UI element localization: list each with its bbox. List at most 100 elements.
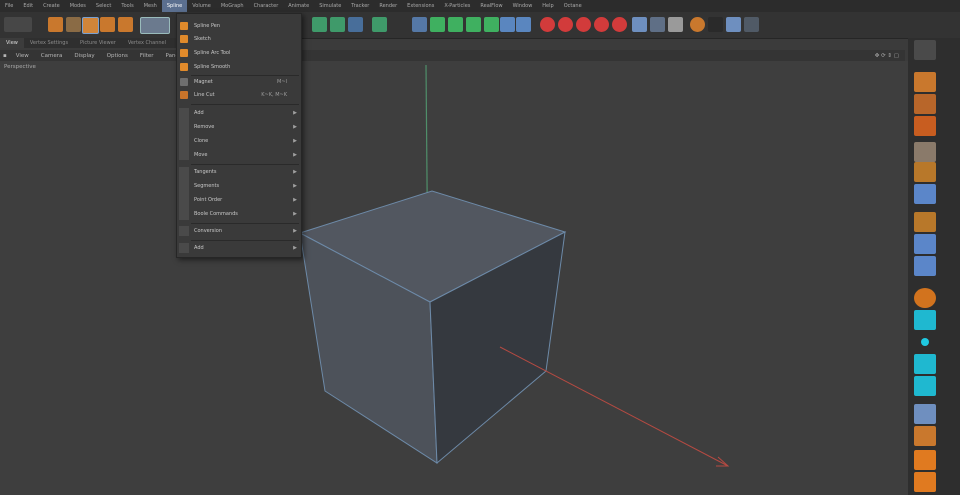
menu-item-line-cut[interactable]: Line Cut K~K, M~K: [177, 89, 301, 101]
point-icon[interactable]: [921, 338, 929, 346]
axis-lock-icon[interactable]: [140, 17, 170, 34]
camera-tool-icon[interactable]: [914, 404, 936, 424]
viewport-menu-camera[interactable]: Camera: [35, 53, 69, 59]
symmetry-icon[interactable]: [484, 17, 499, 32]
menu-modes[interactable]: Modes: [65, 0, 91, 12]
menu-character[interactable]: Character: [249, 0, 284, 12]
points-mode-icon[interactable]: [914, 72, 936, 92]
field-icon[interactable]: [516, 17, 531, 32]
fracture-icon[interactable]: [914, 376, 936, 396]
brush-icon[interactable]: [914, 472, 936, 492]
tag-red-3-icon[interactable]: [576, 17, 591, 32]
menu-item-spline-pen[interactable]: Spline Pen: [177, 20, 301, 32]
viewport-menu-filter[interactable]: Filter: [134, 53, 160, 59]
octane-settings-icon[interactable]: [726, 17, 741, 32]
menu-octane[interactable]: Octane: [559, 0, 587, 12]
snap-icon[interactable]: [914, 212, 936, 232]
uv-mode-icon[interactable]: [914, 142, 936, 162]
camera-icon[interactable]: [632, 17, 647, 32]
lock-workplane-icon[interactable]: [914, 256, 936, 276]
menu-edit[interactable]: Edit: [18, 0, 38, 12]
octane-tools-icon[interactable]: [744, 17, 759, 32]
menu-item-magnet[interactable]: Magnet M~I: [177, 76, 301, 88]
deformer-icon[interactable]: [500, 17, 515, 32]
menu-spline[interactable]: Spline: [161, 0, 188, 12]
menu-simulate[interactable]: Simulate: [314, 0, 346, 12]
menu-tools[interactable]: Tools: [116, 0, 138, 12]
render-settings-icon[interactable]: [348, 17, 363, 32]
octane-render-icon[interactable]: [708, 17, 723, 32]
rotate-tool-icon[interactable]: [82, 17, 99, 34]
submenu-add-2[interactable]: Add ▶: [177, 242, 301, 254]
viewport-nav-icons[interactable]: ✥ ⟳ ⇕ ▢: [869, 53, 905, 59]
menu-x-particles[interactable]: X-Particles: [439, 0, 475, 12]
viewport-menu-icon[interactable]: ▪: [0, 53, 10, 59]
array-icon[interactable]: [466, 17, 481, 32]
render-icon[interactable]: [312, 17, 327, 32]
layout-icon[interactable]: [914, 40, 936, 60]
menu-animate[interactable]: Animate: [283, 0, 314, 12]
tab-vertex-channel[interactable]: Vertex Channel: [122, 38, 172, 48]
tag-red-2-icon[interactable]: [558, 17, 573, 32]
coordinate-icon[interactable]: [118, 17, 133, 32]
render-view-icon[interactable]: [330, 17, 345, 32]
undo-redo-icon[interactable]: [4, 17, 32, 32]
viewport-menu-options[interactable]: Options: [101, 53, 134, 59]
menu-realflow[interactable]: RealFlow: [475, 0, 507, 12]
model-mode-icon[interactable]: [914, 184, 936, 204]
tag-red-4-icon[interactable]: [594, 17, 609, 32]
bezier-icon[interactable]: [914, 310, 936, 330]
perspective-viewport[interactable]: [0, 61, 908, 495]
menu-file[interactable]: File: [0, 0, 18, 12]
menu-tracker[interactable]: Tracker: [346, 0, 374, 12]
cube-object-icon[interactable]: [412, 17, 427, 32]
menu-select[interactable]: Select: [91, 0, 116, 12]
submenu-add[interactable]: Add ▶: [177, 107, 301, 119]
menu-item-spline-smooth[interactable]: Spline Smooth: [177, 61, 301, 73]
chevron-right-icon: ▶: [293, 245, 297, 251]
submenu-conversion[interactable]: Conversion ▶: [177, 225, 301, 237]
add-generator-icon[interactable]: [430, 17, 445, 32]
lamp-icon[interactable]: [668, 17, 683, 32]
submenu-tangents[interactable]: Tangents ▶: [177, 166, 301, 178]
menu-mograph[interactable]: MoGraph: [216, 0, 249, 12]
viewport-menu-view[interactable]: View: [10, 53, 35, 59]
live-select-icon[interactable]: [100, 17, 115, 32]
submenu-move[interactable]: Move ▶: [177, 149, 301, 161]
menu-window[interactable]: Window: [508, 0, 538, 12]
menu-item-spline-arc-tool[interactable]: Spline Arc Tool: [177, 47, 301, 59]
tab-vertex-settings[interactable]: Vertex Settings: [24, 38, 74, 48]
cloner-icon[interactable]: [914, 354, 936, 374]
tab-picture-viewer[interactable]: Picture Viewer: [74, 38, 122, 48]
menu-extensions[interactable]: Extensions: [402, 0, 439, 12]
edges-mode-icon[interactable]: [914, 94, 936, 114]
menu-mesh[interactable]: Mesh: [139, 0, 162, 12]
menu-separator: [191, 240, 299, 241]
scale-tool-icon[interactable]: [66, 17, 81, 32]
polygons-mode-icon[interactable]: [914, 116, 936, 136]
submenu-clone[interactable]: Clone ▶: [177, 135, 301, 147]
move-tool-icon[interactable]: [48, 17, 63, 32]
octane-icon[interactable]: [690, 17, 705, 32]
tag-red-1-icon[interactable]: [540, 17, 555, 32]
submenu-remove[interactable]: Remove ▶: [177, 121, 301, 133]
sculpt-icon[interactable]: [914, 450, 936, 470]
tab-view[interactable]: View: [0, 38, 24, 48]
menu-item-sketch[interactable]: Sketch: [177, 33, 301, 45]
light-icon[interactable]: [650, 17, 665, 32]
text-icon[interactable]: [372, 17, 387, 32]
menu-render[interactable]: Render: [374, 0, 402, 12]
light-tool-icon[interactable]: [914, 426, 936, 446]
menu-create[interactable]: Create: [38, 0, 65, 12]
subdivision-icon[interactable]: [448, 17, 463, 32]
spline-tool-icon[interactable]: [914, 288, 936, 308]
menu-volume[interactable]: Volume: [187, 0, 216, 12]
tag-red-5-icon[interactable]: [612, 17, 627, 32]
submenu-point-order[interactable]: Point Order ▶: [177, 194, 301, 206]
axis-mode-icon[interactable]: [914, 162, 936, 182]
submenu-segments[interactable]: Segments ▶: [177, 180, 301, 192]
viewport-menu-display[interactable]: Display: [68, 53, 100, 59]
menu-help[interactable]: Help: [537, 0, 558, 12]
submenu-boole-commands[interactable]: Boole Commands ▶: [177, 208, 301, 220]
workplane-icon[interactable]: [914, 234, 936, 254]
